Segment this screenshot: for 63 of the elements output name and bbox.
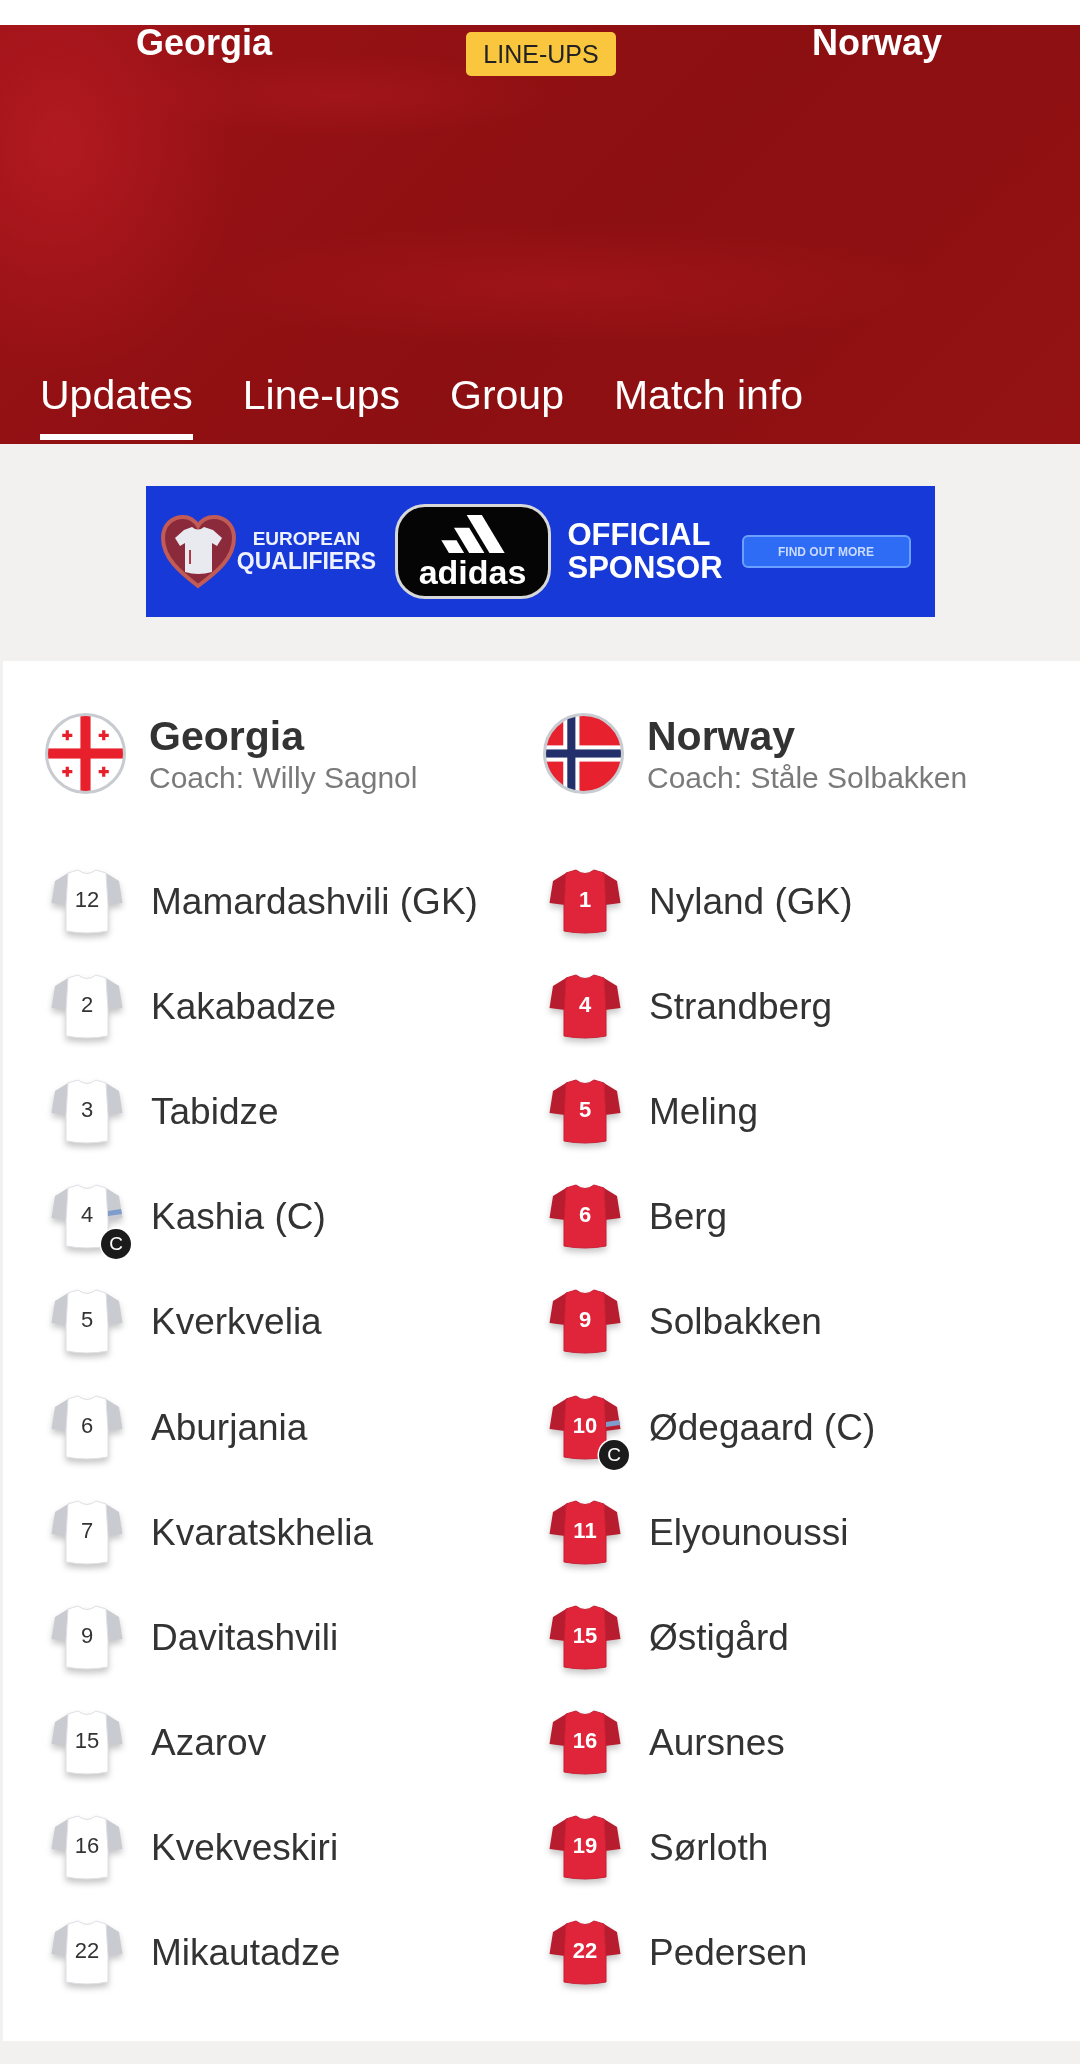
jersey-number: 4 bbox=[577, 990, 593, 1019]
player-name[interactable]: Kvekveskiri bbox=[151, 1827, 339, 1870]
player-name[interactable]: Tabidze bbox=[151, 1090, 279, 1133]
player-name[interactable]: Ødegaard (C) bbox=[649, 1406, 876, 1449]
jersey-number: 4 bbox=[79, 1201, 95, 1230]
player-name[interactable]: Elyounoussi bbox=[649, 1511, 849, 1554]
player-name[interactable]: Østigård bbox=[649, 1616, 789, 1659]
jersey-number: 10 bbox=[571, 1411, 599, 1440]
away-team-name: Norway bbox=[811, 25, 942, 61]
player-name[interactable]: Strandberg bbox=[649, 985, 833, 1028]
captain-badge: C bbox=[599, 1439, 629, 1470]
flag-icon bbox=[45, 713, 126, 794]
team-name: Georgia bbox=[149, 711, 306, 760]
player-name[interactable]: Mikautadze bbox=[151, 1932, 341, 1975]
player-name[interactable]: Kvaratskhelia bbox=[151, 1511, 374, 1554]
jersey-number: 12 bbox=[73, 885, 101, 914]
player-name[interactable]: Aburjania bbox=[151, 1406, 308, 1449]
jersey-number: 5 bbox=[577, 1095, 593, 1124]
jersey-number: 1 bbox=[577, 885, 593, 914]
player-name[interactable]: Berg bbox=[649, 1196, 728, 1239]
jersey-number: 9 bbox=[79, 1621, 95, 1650]
player-name[interactable]: Kakabadze bbox=[151, 985, 337, 1028]
heart-shirt-icon bbox=[159, 513, 237, 590]
captain-badge: C bbox=[101, 1229, 131, 1260]
tab[interactable]: Match info bbox=[613, 372, 804, 440]
player-name[interactable]: Nyland (GK) bbox=[649, 880, 853, 923]
jersey-number: 11 bbox=[572, 1516, 598, 1545]
player-name[interactable]: Mamardashvili (GK) bbox=[151, 880, 478, 923]
player-name[interactable]: Kverkvelia bbox=[151, 1301, 322, 1344]
jersey-number: 16 bbox=[571, 1727, 599, 1756]
sponsor-headline: OFFICIAL SPONSOR bbox=[567, 518, 723, 585]
tab[interactable]: Group bbox=[450, 372, 564, 440]
home-team-name: Georgia bbox=[135, 25, 272, 61]
player-name[interactable]: Davitashvili bbox=[151, 1616, 339, 1659]
jersey-number: 22 bbox=[73, 1937, 101, 1966]
stage-badge: LINE-UPS bbox=[466, 32, 616, 76]
jersey-number: 2 bbox=[79, 990, 95, 1019]
brand-wordmark: adidas bbox=[418, 554, 527, 589]
player-name[interactable]: Solbakken bbox=[649, 1301, 822, 1344]
jersey-number: 9 bbox=[577, 1306, 593, 1335]
jersey-number: 15 bbox=[73, 1727, 101, 1756]
tab[interactable]: Updates bbox=[40, 372, 193, 440]
player-name[interactable]: Pedersen bbox=[649, 1932, 808, 1975]
player-name[interactable]: Azarov bbox=[151, 1722, 267, 1765]
jersey-number: 6 bbox=[79, 1411, 95, 1440]
player-name[interactable]: Meling bbox=[649, 1090, 758, 1133]
player-name[interactable]: Kashia (C) bbox=[151, 1196, 326, 1239]
coach-name: Coach: Ståle Solbakken bbox=[647, 759, 968, 796]
tab[interactable]: Line-ups bbox=[242, 372, 400, 440]
jersey-number: 16 bbox=[73, 1832, 101, 1861]
player-name[interactable]: Aursnes bbox=[649, 1722, 785, 1765]
jersey-number: 19 bbox=[571, 1832, 599, 1861]
coach-name: Coach: Willy Sagnol bbox=[149, 759, 418, 796]
jersey-number: 7 bbox=[79, 1516, 95, 1545]
sponsor-banner[interactable]: EUROPEAN QUALIFIERS adidas OFFICIAL SPONSOR FIND OUT MORE bbox=[145, 486, 935, 617]
jersey-number: 22 bbox=[571, 1937, 599, 1966]
qualifiers-wordmark: EUROPEAN QUALIFIERS bbox=[236, 529, 377, 574]
jersey-number: 6 bbox=[577, 1201, 593, 1230]
player-name[interactable]: Sørloth bbox=[649, 1827, 769, 1870]
team-name: Norway bbox=[647, 711, 797, 760]
jersey-number: 15 bbox=[571, 1621, 599, 1650]
jersey-number: 3 bbox=[79, 1095, 95, 1124]
jersey-number: 5 bbox=[79, 1306, 95, 1335]
